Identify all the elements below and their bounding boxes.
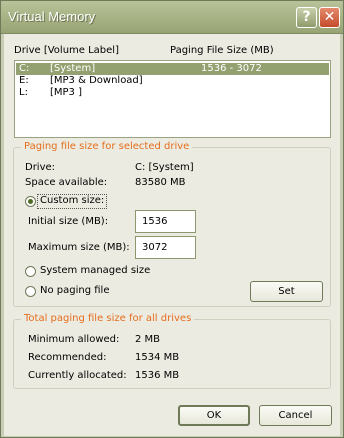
volume-label: [MP3 ] — [50, 87, 83, 98]
currently-allocated-label: Currently allocated: — [28, 370, 127, 381]
custom-size-radio[interactable] — [25, 196, 36, 207]
drive-letter: L: — [19, 87, 28, 98]
help-icon: ? — [302, 9, 311, 25]
dialog-body: Drive [Volume Label] Paging File Size (M… — [4, 34, 340, 436]
volume-label: [System] — [50, 63, 96, 74]
selected-drive-group: Paging file size for selected drive Driv… — [13, 141, 331, 307]
maximum-size-input[interactable]: 3072 — [135, 236, 196, 259]
set-button[interactable]: Set — [250, 281, 323, 302]
recommended-label: Recommended: — [28, 352, 107, 363]
maximum-size-label: Maximum size (MB): — [28, 242, 130, 253]
ok-button[interactable]: OK — [178, 405, 250, 426]
no-paging-file-radio[interactable] — [25, 286, 36, 297]
drive-letter: E: — [19, 75, 29, 86]
drive-label: Drive: — [25, 162, 56, 173]
initial-size-label: Initial size (MB): — [28, 216, 109, 227]
window-title: Virtual Memory — [8, 9, 96, 24]
minimum-allowed-value: 2 MB — [135, 334, 161, 345]
list-item[interactable]: L: [MP3 ] — [16, 87, 329, 99]
drive-value: C: [System] — [135, 162, 194, 173]
currently-allocated-value: 1536 MB — [135, 370, 180, 381]
volume-label: [MP3 & Download] — [50, 75, 143, 86]
virtual-memory-dialog: Virtual Memory ? ✕ Drive [Volume Label] … — [0, 0, 344, 438]
all-drives-group-title: Total paging file size for all drives — [21, 313, 195, 324]
title-bar[interactable]: Virtual Memory ? ✕ — [1, 1, 343, 34]
list-item[interactable]: E: [MP3 & Download] — [16, 75, 329, 87]
selected-drive-group-title: Paging file size for selected drive — [21, 141, 193, 152]
help-button[interactable]: ? — [296, 7, 317, 28]
system-managed-radio[interactable] — [25, 266, 36, 277]
system-managed-label[interactable]: System managed size — [40, 265, 150, 276]
drives-list[interactable]: C: [System] 1536 - 3072 E: [MP3 & Downlo… — [14, 60, 331, 138]
custom-size-label[interactable]: Custom size: — [40, 195, 104, 206]
list-item[interactable]: C: [System] 1536 - 3072 — [16, 63, 329, 75]
paging-size: 1536 - 3072 — [201, 63, 262, 74]
close-icon: ✕ — [323, 9, 336, 25]
recommended-value: 1534 MB — [135, 352, 180, 363]
minimum-allowed-label: Minimum allowed: — [28, 334, 120, 345]
drive-column-header: Drive [Volume Label] — [14, 45, 119, 56]
space-available-value: 83580 MB — [135, 177, 186, 188]
drive-letter: C: — [19, 63, 30, 74]
close-button[interactable]: ✕ — [319, 7, 340, 28]
no-paging-file-label[interactable]: No paging file — [40, 285, 109, 296]
initial-size-input[interactable]: 1536 — [135, 210, 196, 233]
paging-size-column-header: Paging File Size (MB) — [170, 45, 274, 56]
all-drives-group: Total paging file size for all drives Mi… — [13, 313, 331, 389]
cancel-button[interactable]: Cancel — [259, 405, 332, 426]
space-available-label: Space available: — [25, 177, 108, 188]
